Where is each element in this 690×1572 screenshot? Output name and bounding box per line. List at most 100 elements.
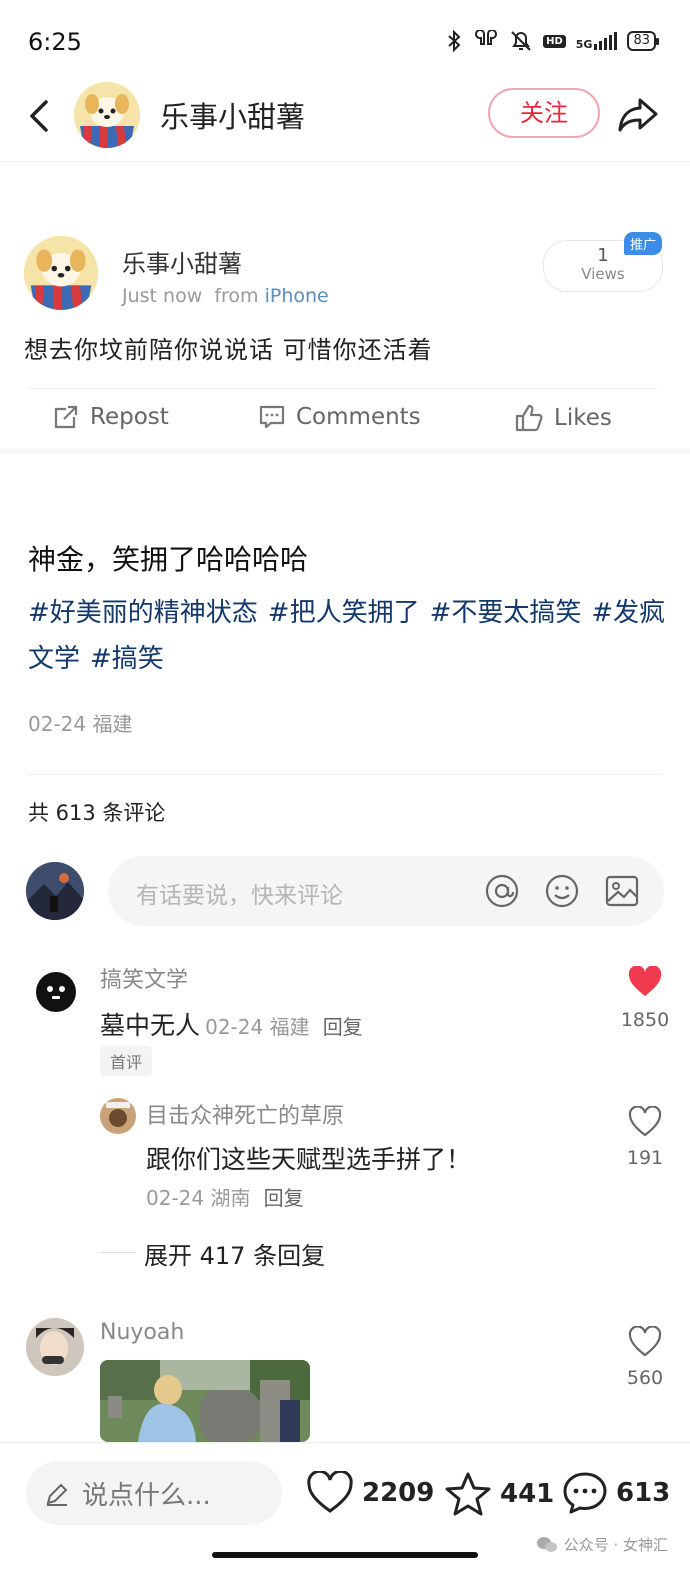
battery-icon: 83 [627,31,659,51]
comment-author[interactable]: Nuyoah [100,1320,184,1345]
puppy-avatar-icon [74,82,140,148]
home-indicator[interactable] [212,1552,478,1558]
reply-avatar-icon [100,1098,136,1134]
likes-button[interactable]: Likes [514,403,612,433]
signal-icon: 5G [576,32,618,50]
hashtag[interactable]: #搞笑 [90,644,164,674]
promo-badge: 推广 [624,232,663,255]
mention-icon[interactable] [484,873,520,909]
like-count: 1850 [620,1009,670,1031]
puppy-avatar-icon [24,236,98,310]
star-stat[interactable]: 441 [444,1471,554,1517]
post-author-name[interactable]: 乐事小甜薯 [122,244,242,279]
expand-replies-button[interactable]: 展开 417 条回复 [144,1236,325,1271]
comment-avatar[interactable] [26,962,86,1022]
header-avatar[interactable] [74,82,140,148]
comment-meta: 02-24 福建 [205,1015,310,1039]
comment-input[interactable]: 有话要说，快来评论 [108,856,664,926]
bluetooth-icon [448,30,461,52]
post-actions: Repost Comments Likes [28,388,658,446]
repost-label: Repost [90,404,169,430]
chat-bubble-icon [563,1472,607,1514]
back-button[interactable] [24,96,56,136]
status-icons: HD 5G 83 [445,30,659,52]
header-username[interactable]: 乐事小甜薯 [160,94,305,136]
comment-like[interactable]: 1850 [614,965,676,1031]
comment-stat[interactable]: 613 [562,1471,670,1515]
follow-button[interactable]: 关注 [488,88,600,138]
heart-filled-icon [628,965,662,996]
earbuds-icon [475,30,498,45]
star-outline-icon [445,1472,491,1516]
comments-button[interactable]: Comments [258,403,421,431]
fuzzball-avatar-icon [26,962,86,1022]
comment-author[interactable]: 搞笑文学 [100,962,188,994]
reply-button[interactable]: 回复 [323,1015,363,1039]
comment-avatar[interactable] [26,1318,84,1376]
comment-icon [259,405,285,429]
status-time: 6:25 [28,28,82,56]
comment-image[interactable] [100,1360,310,1442]
reply-text: 跟你们这些天赋型选手拼了！ [146,1145,472,1174]
say-something-input[interactable]: 说点什么... [26,1461,282,1525]
like-total: 2209 [362,1478,435,1508]
cemetery-photo [100,1360,310,1442]
hd-badge: HD [543,34,566,48]
like-stat[interactable]: 2209 [306,1471,434,1515]
note-tags: #好美丽的精神状态 #把人笑拥了 #不要太搞笑 #发疯文学 #搞笑 [28,590,668,682]
comment-placeholder: 有话要说，快来评论 [136,883,343,909]
comment-total: 613 [616,1478,671,1508]
network-label: 5G [575,38,593,51]
post-text: 想去你坟前陪你说说话 可惜你还活着 [24,336,433,364]
hashtag[interactable]: #好美丽的精神状态 [28,598,258,628]
status-bar: 6:25 HD 5G 83 [0,0,690,80]
watermark-text: 公众号 · 女神汇 [563,1536,668,1554]
likes-label: Likes [554,405,612,431]
post-via-prefix: from [214,285,259,307]
user-avatar-icon [26,862,84,920]
reply-button[interactable]: 回复 [264,1186,304,1210]
thumbs-up-icon [515,404,543,432]
post-author-avatar[interactable] [24,236,98,310]
say-placeholder: 说点什么... [82,1481,211,1511]
image-icon[interactable] [604,873,640,909]
heart-outline-icon [307,1471,353,1513]
user-avatar-icon [26,1318,84,1376]
repost-button[interactable]: Repost [52,403,169,431]
first-comment-badge: 首评 [100,1046,153,1076]
note-date-location: 02-24 福建 [28,712,133,736]
heart-outline-icon [628,1105,662,1137]
note-title: 神金，笑拥了哈哈哈哈 [28,543,309,576]
heart-outline-icon [628,1325,662,1357]
comment-like[interactable]: 560 [614,1325,676,1389]
comment-line: 墓中无人 02-24 福建 回复 [100,1006,363,1042]
star-total: 441 [500,1479,555,1509]
reply-avatar[interactable] [100,1098,136,1134]
share-icon[interactable] [616,92,660,136]
divider [28,774,662,775]
emoji-icon[interactable] [544,873,580,909]
like-count: 191 [626,1147,664,1169]
mute-icon [511,31,531,51]
post-meta: Just now from iPhone [122,285,329,307]
pencil-icon [46,1483,68,1506]
repost-icon [54,405,78,429]
expand-divider [100,1252,136,1253]
reply-author[interactable]: 目击众神死亡的草原 [146,1098,344,1130]
comments-total: 共 613 条评论 [28,801,166,825]
like-count: 560 [626,1367,664,1389]
section-divider [0,448,690,454]
hashtag[interactable]: #把人笑拥了 [268,598,420,628]
post-via-device[interactable]: iPhone [265,285,329,307]
wechat-icon [536,1536,557,1552]
comment-text: 墓中无人 [100,1011,201,1040]
reply-like[interactable]: 191 [614,1105,676,1169]
comments-label: Comments [296,404,421,430]
views-label: Views [581,265,625,283]
reply-meta: 02-24 湖南 [146,1186,251,1210]
post-time: Just now [122,285,203,307]
my-avatar[interactable] [26,862,84,920]
watermark: 公众号 · 女神汇 [536,1534,668,1555]
reply-line: 02-24 湖南 回复 [146,1182,304,1211]
hashtag[interactable]: #不要太搞笑 [430,598,582,628]
